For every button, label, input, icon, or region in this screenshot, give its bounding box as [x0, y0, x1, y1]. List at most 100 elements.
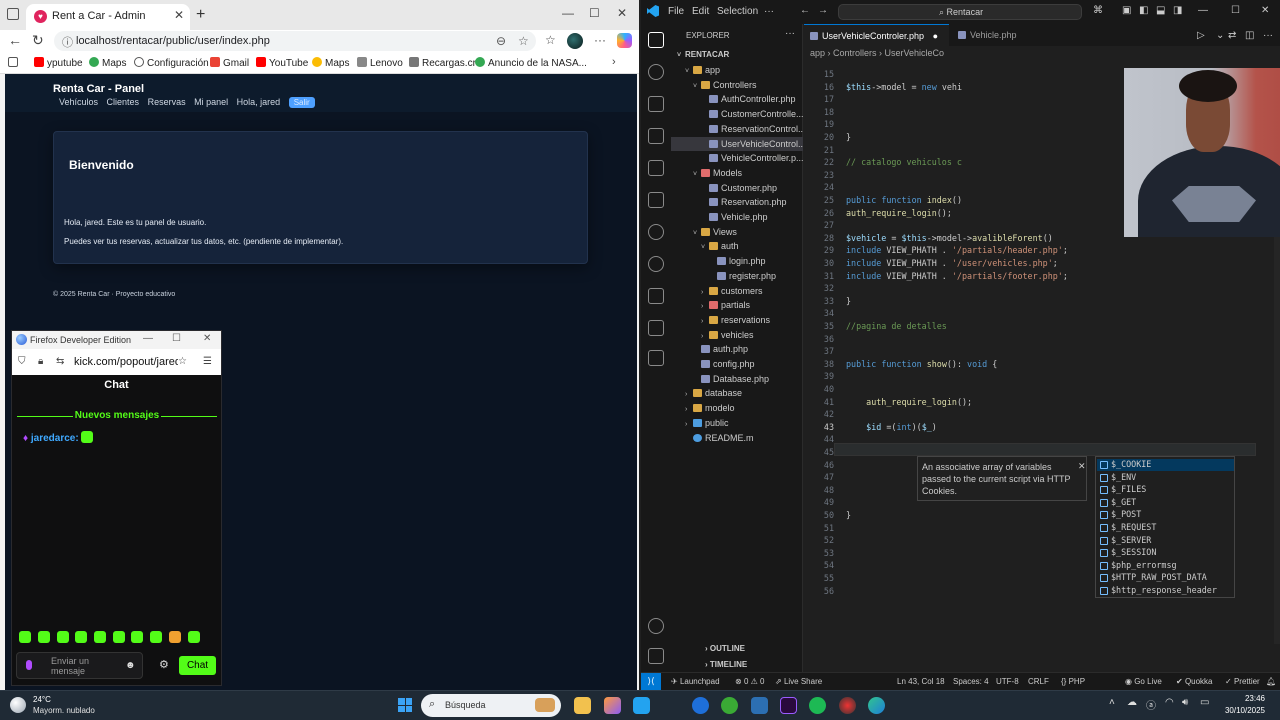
compare-icon[interactable]: ⇄	[1228, 30, 1236, 41]
nav-link-clientes[interactable]: Clientes	[107, 97, 140, 107]
code-line[interactable]: 42	[804, 409, 1280, 421]
suggestion-item[interactable]: $_SESSION	[1097, 547, 1234, 559]
bookmark-item[interactable]: Configuración	[134, 57, 209, 69]
code-text[interactable]: include VIEW_PHATH . '/partials/footer.p…	[846, 271, 1068, 281]
emote-icon[interactable]	[94, 631, 106, 643]
editor-tab-active[interactable]: UserVehicleControler.php ●	[804, 24, 949, 46]
tree-folder[interactable]: › database	[671, 386, 803, 400]
nav-link-vehiculos[interactable]: Vehículos	[59, 97, 98, 107]
suggestion-item[interactable]: $_COOKIE	[1097, 459, 1234, 471]
errors-status[interactable]: ⊗ 0 ⚠ 0	[735, 677, 764, 686]
tree-folder[interactable]: ˅ auth	[671, 239, 803, 253]
close-window-button[interactable]: ✕	[617, 6, 627, 20]
tree-folder[interactable]: › partials	[671, 298, 803, 312]
clock-date[interactable]: 30/10/2025	[1215, 706, 1265, 715]
tree-file[interactable]: AuthController.php	[671, 92, 803, 106]
vscode-app-icon[interactable]	[633, 697, 650, 714]
tab-actions-icon[interactable]	[7, 8, 19, 20]
menu-file[interactable]: File	[668, 6, 684, 17]
account-icon[interactable]	[648, 618, 664, 634]
code-line[interactable]: 41 auth_require_login();	[804, 397, 1280, 409]
logout-button[interactable]: Salir	[288, 97, 315, 108]
run-debug-icon[interactable]	[648, 128, 664, 144]
favorites-icon[interactable]: ☆	[545, 33, 556, 47]
tree-file[interactable]: ReservationControl...	[671, 122, 803, 136]
suggestion-item[interactable]: $_SERVER	[1097, 535, 1234, 547]
code-line[interactable]: 37	[804, 346, 1280, 358]
weather-description[interactable]: Mayorm. nublado	[33, 706, 95, 715]
more-actions-icon[interactable]: ···	[785, 28, 795, 39]
toggle-sidebar-icon[interactable]: ◧	[1139, 5, 1148, 16]
gear-icon[interactable]: ⚙	[159, 658, 169, 671]
language-status[interactable]: {} PHP	[1061, 677, 1085, 686]
premiere-app-icon[interactable]	[780, 697, 797, 714]
weather-cloud-icon[interactable]	[10, 697, 26, 713]
toggle-secondary-sidebar-icon[interactable]: ◨	[1173, 5, 1182, 16]
nav-link-reservas[interactable]: Reservas	[148, 97, 186, 107]
explorer-icon[interactable]	[648, 32, 664, 48]
todo-app-icon[interactable]	[751, 697, 768, 714]
tree-folder[interactable]: ˅ Views	[671, 225, 803, 239]
page-info-icon[interactable]: ⓘ	[62, 34, 73, 50]
docker-icon[interactable]	[648, 288, 664, 304]
nav-link-mi-panel[interactable]: Mi panel	[194, 97, 228, 107]
tray-expand-icon[interactable]: ˄	[1109, 697, 1115, 708]
bookmark-item[interactable]: yputube	[34, 57, 83, 69]
launchpad-status[interactable]: ✈ Launchpad	[671, 677, 720, 686]
toggle-panel-icon[interactable]: ⬓	[1156, 5, 1165, 16]
workspace-root[interactable]: ˅ RENTACAR	[671, 48, 803, 62]
site-brand[interactable]: Renta Car - Panel	[53, 83, 144, 95]
maximize-button[interactable]: ☐	[172, 333, 181, 344]
code-line[interactable]: 31 include VIEW_PHATH . '/partials/footer…	[804, 271, 1280, 283]
extensions-icon[interactable]	[648, 160, 664, 176]
editor-tab[interactable]: Vehicle.php	[952, 24, 1032, 46]
command-center[interactable]: ⌕ Rentacar	[838, 4, 1082, 20]
suggestion-item[interactable]: $_REQUEST	[1097, 522, 1234, 534]
emote-icon[interactable]	[150, 631, 162, 643]
remote-indicator-icon[interactable]: ⟩⟨	[641, 673, 661, 690]
tree-file[interactable]: Vehicle.php	[671, 210, 803, 224]
emote-icon[interactable]	[19, 631, 31, 643]
xbox-app-icon[interactable]	[721, 697, 738, 714]
code-text[interactable]: public function index()	[846, 195, 962, 205]
emoji-icon[interactable]: ☻	[125, 660, 136, 671]
bookmark-item[interactable]: YouTube	[256, 57, 308, 69]
back-icon[interactable]: ←	[800, 5, 810, 16]
emote-icon[interactable]	[38, 631, 50, 643]
favorite-star-icon[interactable]: ☆	[518, 34, 529, 48]
bookmark-star-icon[interactable]: ☆	[178, 356, 187, 367]
chat-input[interactable]: Enviar un mensaje ☻	[16, 652, 143, 679]
bookmark-item[interactable]: Lenovo	[357, 57, 403, 69]
eol-status[interactable]: CRLF	[1028, 677, 1049, 686]
close-window-button[interactable]: ✕	[203, 333, 211, 344]
testing-icon[interactable]	[648, 350, 664, 366]
emote-icon[interactable]	[75, 631, 87, 643]
bookmark-item[interactable]: Anuncio de la NASA...	[475, 57, 587, 69]
suggestion-item[interactable]: $_POST	[1097, 509, 1234, 521]
menu-selection[interactable]: Selection	[717, 6, 758, 17]
tree-file[interactable]: VehicleController.p...	[671, 151, 803, 165]
tree-file[interactable]: Reservation.php	[671, 195, 803, 209]
tree-folder[interactable]: › reservations	[671, 313, 803, 327]
settings-gear-icon[interactable]	[648, 648, 664, 664]
file-explorer-icon[interactable]	[574, 697, 591, 714]
code-line[interactable]: 35 //pagina de detalles	[804, 321, 1280, 333]
timeline-section[interactable]: › TIMELINE	[705, 660, 747, 669]
tree-file[interactable]: login.php	[671, 254, 803, 268]
code-text[interactable]: //pagina de detalles	[846, 321, 947, 331]
bookmark-item[interactable]: Gmail	[210, 57, 249, 69]
more-actions-icon[interactable]: ···	[1263, 30, 1273, 41]
battery-icon[interactable]: ▭	[1200, 697, 1209, 708]
code-text[interactable]: }	[846, 510, 851, 520]
maximize-button[interactable]: ☐	[1231, 5, 1240, 16]
tree-folder[interactable]: ˅ Models	[671, 166, 803, 180]
remote-explorer-icon[interactable]	[648, 192, 664, 208]
split-editor-icon[interactable]: ◫	[1245, 30, 1254, 41]
suggestion-item[interactable]: $_ENV	[1097, 472, 1234, 484]
firefox-dev-app-icon[interactable]	[692, 697, 709, 714]
weather-temperature[interactable]: 24°C	[33, 695, 51, 704]
refresh-icon[interactable]: ↻	[32, 32, 44, 49]
emote-icon[interactable]	[113, 631, 125, 643]
address-bar[interactable]: ⓘ localhost/rentacar/public/user/index.p…	[54, 31, 536, 51]
code-line[interactable]: 34	[804, 308, 1280, 320]
